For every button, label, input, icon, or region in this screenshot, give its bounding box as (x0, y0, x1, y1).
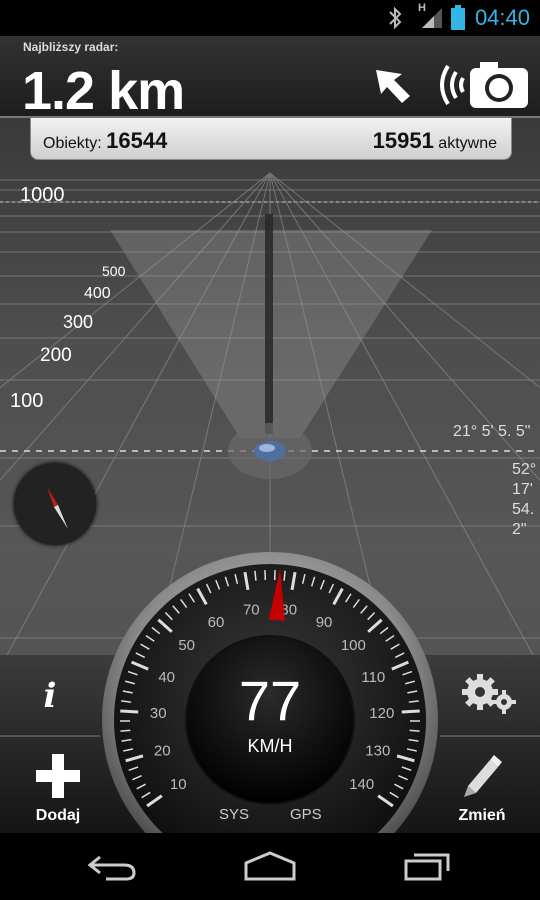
info-icon: i (43, 676, 57, 716)
scale-label: 90 (316, 614, 333, 631)
distance-label-1000: 1000 (20, 184, 65, 206)
latitude-line: 52° (512, 461, 537, 478)
plus-icon (34, 752, 82, 805)
navigation-bar (0, 833, 540, 900)
distance-label-200: 200 (40, 345, 72, 366)
scale-tick (283, 570, 286, 581)
nearest-radar-header: Najbliższy radar: 1.2 km (0, 36, 540, 121)
scale-label: 70 (243, 602, 260, 619)
latitude-line: 2" (512, 521, 527, 538)
speed-camera-icon[interactable] (434, 58, 532, 117)
latitude-line: 54. (512, 501, 535, 518)
add-button[interactable]: Dodaj (0, 745, 116, 831)
objects-info-bar: Obiekty: 16544 15951 aktywne (30, 118, 512, 160)
home-icon[interactable] (242, 851, 298, 886)
distance-label-100: 100 (10, 390, 44, 412)
pencil-icon (458, 752, 506, 805)
recents-icon[interactable] (402, 851, 454, 886)
active-value: 15951 (372, 128, 434, 153)
nearest-radar-distance: 1.2 km (22, 61, 185, 121)
change-button-label: Zmień (458, 806, 506, 824)
scale-label: 10 (170, 776, 187, 793)
bluetooth-icon (386, 6, 404, 35)
nearest-radar-label: Najbliższy radar: (23, 40, 119, 54)
compass-icon[interactable] (14, 463, 96, 545)
add-button-label: Dodaj (35, 806, 81, 824)
active-count: 15951 aktywne (373, 128, 497, 154)
info-button[interactable]: i (0, 660, 100, 732)
latitude-line: 17' (512, 481, 533, 498)
scale-label: 60 (208, 614, 225, 631)
objects-value: 16544 (106, 128, 168, 153)
settings-button[interactable] (440, 660, 540, 732)
clock: 04:40 (474, 5, 530, 30)
objects-count: Obiekty: 16544 (43, 128, 167, 154)
gps-label: GPS (290, 806, 322, 823)
speed-unit: KM/H (247, 736, 293, 756)
scale-label: 100 (341, 637, 366, 654)
scale-label: 140 (349, 776, 374, 793)
change-button[interactable]: Zmień (424, 745, 540, 831)
signal-icon (420, 6, 444, 35)
gears-icon (460, 672, 520, 721)
back-icon[interactable] (86, 851, 138, 886)
sys-label: SYS (219, 806, 250, 823)
status-bar: H 04:40 (0, 0, 540, 36)
distance-label-500: 500 (102, 263, 126, 279)
scale-tick (254, 570, 257, 581)
speedometer: 10 20 30 40 50 60 70 80 90 100 110 120 130 140 77 KM/… (100, 550, 440, 850)
scale-label: 50 (178, 637, 195, 654)
battery-icon (450, 5, 466, 36)
latitude-readout: 52° 17' 54. 2" (512, 460, 536, 540)
objects-label: Obiekty: (43, 135, 102, 152)
direction-arrow-icon (372, 66, 414, 111)
active-label: aktywne (438, 135, 497, 152)
distance-label-300: 300 (63, 312, 94, 332)
speed-value: 77 (238, 669, 302, 732)
longitude-readout: 21° 5' 5. 5" (453, 423, 531, 440)
distance-label-400: 400 (84, 285, 111, 302)
